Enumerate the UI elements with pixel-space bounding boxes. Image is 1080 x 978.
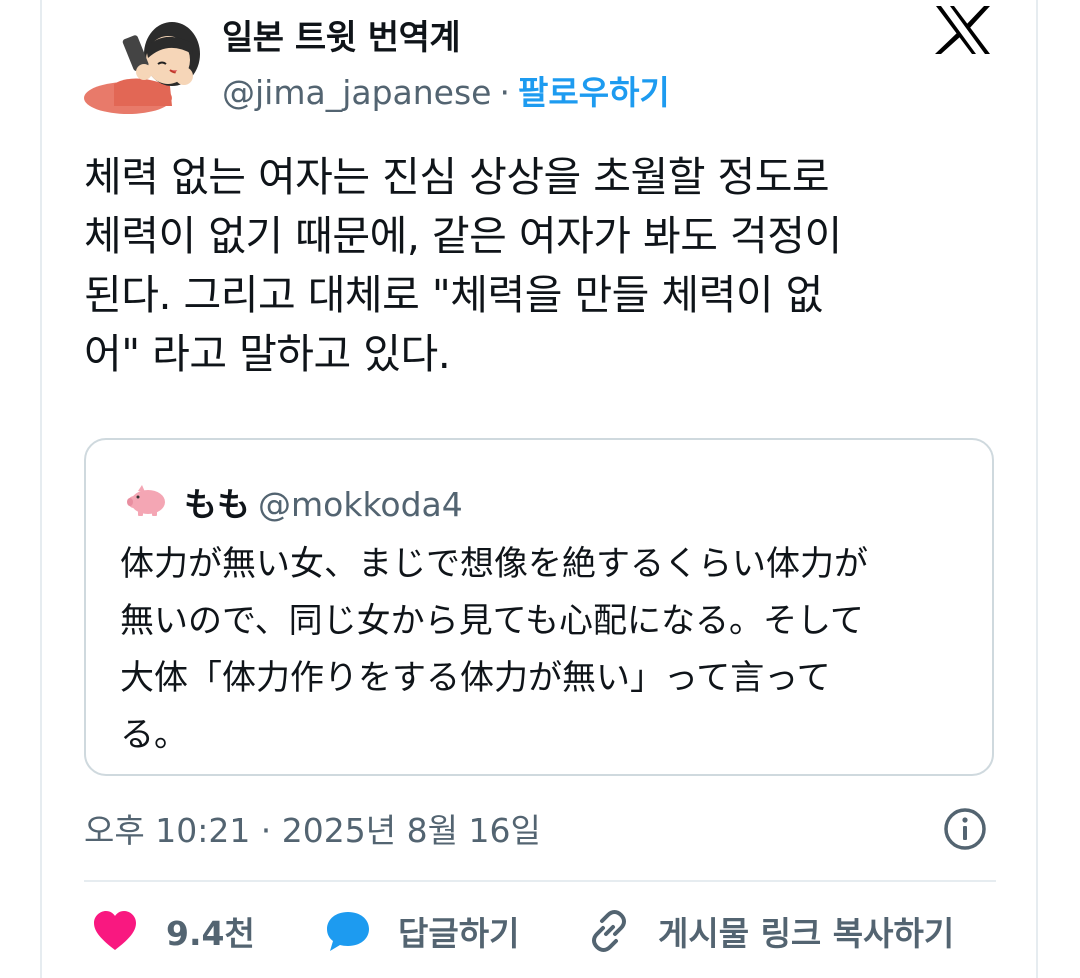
- tweet-line: 체력이 없기 때문에, 같은 여자가 봐도 걱정이: [84, 212, 842, 260]
- tweet-line: 체력 없는 여자는 진심 상상을 초월할 정도로: [84, 153, 830, 201]
- copy-link-label: 게시물 링크 복사하기: [658, 914, 955, 953]
- quote-author-name: もも: [184, 485, 250, 524]
- quote-line: 体力が無い女、まじで想像を絶するくらい体力が: [120, 544, 868, 584]
- follow-button[interactable]: 팔로우하기: [518, 73, 670, 112]
- tweet-text: 체력 없는 여자는 진심 상상을 초월할 정도로 체력이 없기 때문에, 같은 …: [84, 148, 1004, 384]
- reply-button[interactable]: 답글하기: [324, 900, 519, 962]
- quote-line: 無いので、同じ女から見ても心配になる。そして: [120, 601, 864, 641]
- quote-line: 大体「体力作りをする体力が無い」って言って: [120, 658, 831, 698]
- like-button[interactable]: 9.4천: [92, 900, 255, 962]
- quoted-tweet[interactable]: もも @mokkoda4 体力が無い女、まじで想像を絶するくらい体力が 無いので、…: [84, 438, 994, 776]
- author-display-name[interactable]: 일본 트윗 번역계: [222, 10, 461, 59]
- tweet-line: 된다. 그리고 대체로 "체력을 만들 체력이 없: [84, 271, 823, 319]
- action-bar: 9.4천 답글하기 게시물 링크 복사하기: [0, 900, 1080, 962]
- pig-icon: [127, 485, 165, 516]
- heart-icon: [94, 911, 136, 950]
- quote-line: る。: [120, 715, 188, 755]
- author-handle[interactable]: @jima_japanese: [222, 73, 491, 112]
- author-avatar[interactable]: [84, 14, 204, 114]
- info-icon[interactable]: [942, 806, 988, 852]
- speech-bubble-icon: [327, 912, 369, 951]
- quote-text: 体力が無い女、まじで想像を絶するくらい体力が 無いので、同じ女から見ても心配にな…: [120, 536, 980, 764]
- like-count: 9.4천: [166, 914, 255, 953]
- author-handle-row: @jima_japanese · 팔로우하기: [222, 66, 670, 114]
- copy-link-button[interactable]: 게시물 링크 복사하기: [586, 900, 954, 962]
- separator-dot: ·: [499, 73, 510, 112]
- divider: [84, 880, 996, 882]
- quote-author-handle: @mokkoda4: [258, 485, 463, 524]
- quote-header: もも @mokkoda4: [184, 478, 463, 526]
- tweet-line: 어" 라고 말하고 있다.: [84, 330, 451, 378]
- x-logo-icon[interactable]: [934, 4, 992, 56]
- timestamp[interactable]: 오후 10:21 · 2025년 8월 16일: [84, 804, 541, 852]
- link-icon: [592, 910, 626, 952]
- reply-label: 답글하기: [398, 914, 520, 953]
